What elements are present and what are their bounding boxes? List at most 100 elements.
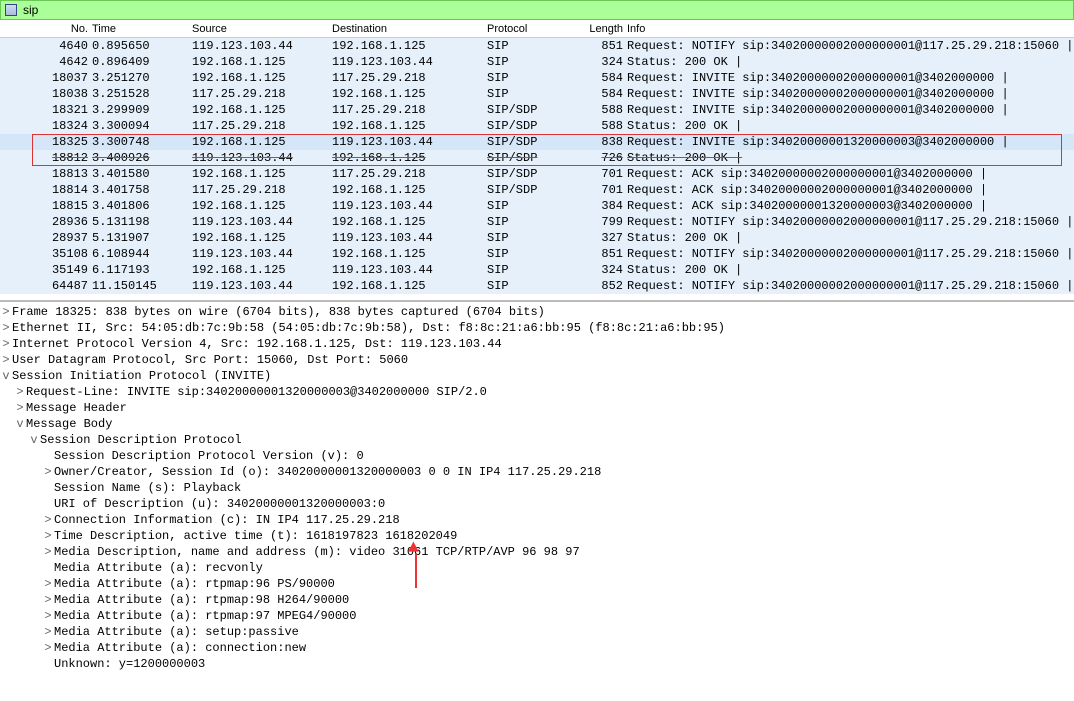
expand-icon[interactable]: >: [0, 336, 12, 352]
tree-sip[interactable]: vSession Initiation Protocol (INVITE): [0, 368, 1074, 384]
cell: SIP/SDP: [485, 183, 580, 197]
tree-sdp-m[interactable]: >Media Description, name and address (m)…: [0, 544, 1074, 560]
packet-row[interactable]: 351496.117193192.168.1.125119.123.103.44…: [0, 262, 1074, 278]
cell: SIP/SDP: [485, 135, 580, 149]
cell: Status: 200 OK |: [625, 119, 1074, 133]
cell: 28937: [0, 231, 90, 245]
cell: 117.25.29.218: [330, 103, 485, 117]
col-header-destination[interactable]: Destination: [330, 23, 485, 35]
cell: 119.123.103.44: [190, 39, 330, 53]
cell: 588: [580, 119, 625, 133]
tree-udp[interactable]: >User Datagram Protocol, Src Port: 15060…: [0, 352, 1074, 368]
col-header-info[interactable]: Info: [625, 23, 1074, 35]
collapse-icon[interactable]: v: [28, 432, 40, 448]
expand-icon[interactable]: >: [42, 464, 54, 480]
display-filter-input[interactable]: [21, 2, 1069, 18]
tree-sdp-a-recvonly[interactable]: Media Attribute (a): recvonly: [0, 560, 1074, 576]
expand-icon[interactable]: >: [42, 544, 54, 560]
cell: SIP: [485, 263, 580, 277]
packet-row[interactable]: 180383.251528117.25.29.218192.168.1.125S…: [0, 86, 1074, 102]
cell: 192.168.1.125: [330, 39, 485, 53]
packet-row[interactable]: 188143.401758117.25.29.218192.168.1.125S…: [0, 182, 1074, 198]
expand-icon[interactable]: >: [0, 352, 12, 368]
expand-icon[interactable]: >: [0, 320, 12, 336]
packet-list-header[interactable]: No. Time Source Destination Protocol Len…: [0, 20, 1074, 38]
display-filter-bar[interactable]: [0, 0, 1074, 20]
packet-row[interactable]: 351086.108944119.123.103.44192.168.1.125…: [0, 246, 1074, 262]
cell: 192.168.1.125: [190, 199, 330, 213]
packet-row[interactable]: 6448711.150145119.123.103.44192.168.1.12…: [0, 278, 1074, 294]
cell: 0.895650: [90, 39, 190, 53]
expand-icon[interactable]: >: [42, 528, 54, 544]
packet-row[interactable]: 183243.300094117.25.29.218192.168.1.125S…: [0, 118, 1074, 134]
expand-icon[interactable]: >: [14, 400, 26, 416]
tree-message-header[interactable]: >Message Header: [0, 400, 1074, 416]
expand-icon[interactable]: >: [42, 608, 54, 624]
packet-list[interactable]: 46400.895650119.123.103.44192.168.1.125S…: [0, 38, 1074, 300]
cell: 3.251270: [90, 71, 190, 85]
col-header-source[interactable]: Source: [190, 23, 330, 35]
tree-ethernet[interactable]: >Ethernet II, Src: 54:05:db:7c:9b:58 (54…: [0, 320, 1074, 336]
packet-row[interactable]: 289365.131198119.123.103.44192.168.1.125…: [0, 214, 1074, 230]
col-header-time[interactable]: Time: [90, 23, 190, 35]
collapse-icon[interactable]: v: [0, 368, 12, 384]
packet-row[interactable]: 183253.300748192.168.1.125119.123.103.44…: [0, 134, 1074, 150]
tree-request-line[interactable]: >Request-Line: INVITE sip:34020000001320…: [0, 384, 1074, 400]
col-header-protocol[interactable]: Protocol: [485, 23, 580, 35]
expand-icon[interactable]: >: [42, 640, 54, 656]
tree-sdp-u[interactable]: URI of Description (u): 3402000000132000…: [0, 496, 1074, 512]
packet-row[interactable]: 46400.895650119.123.103.44192.168.1.125S…: [0, 38, 1074, 54]
packet-row[interactable]: 180373.251270192.168.1.125117.25.29.218S…: [0, 70, 1074, 86]
cell: 119.123.103.44: [330, 263, 485, 277]
packet-details-tree[interactable]: >Frame 18325: 838 bytes on wire (6704 bi…: [0, 300, 1074, 701]
cell: 5.131198: [90, 215, 190, 229]
cell: 584: [580, 71, 625, 85]
tree-ip[interactable]: >Internet Protocol Version 4, Src: 192.1…: [0, 336, 1074, 352]
cell: 324: [580, 55, 625, 69]
cell: SIP: [485, 87, 580, 101]
packet-row[interactable]: 188133.401580192.168.1.125117.25.29.218S…: [0, 166, 1074, 182]
cell: 119.123.103.44: [190, 151, 330, 165]
tree-sdp-t[interactable]: >Time Description, active time (t): 1618…: [0, 528, 1074, 544]
expand-icon[interactable]: >: [42, 624, 54, 640]
tree-message-body[interactable]: vMessage Body: [0, 416, 1074, 432]
collapse-icon[interactable]: v: [14, 416, 26, 432]
col-header-no[interactable]: No.: [0, 23, 90, 35]
cell: Request: INVITE sip:34020000002000000001…: [625, 103, 1074, 117]
expand-icon[interactable]: >: [14, 384, 26, 400]
expand-icon[interactable]: >: [42, 512, 54, 528]
tree-sdp-unknown-y[interactable]: Unknown: y=1200000003: [0, 656, 1074, 672]
cell: 117.25.29.218: [330, 167, 485, 181]
packet-row[interactable]: 183213.299909192.168.1.125117.25.29.218S…: [0, 102, 1074, 118]
tree-sdp-o[interactable]: >Owner/Creator, Session Id (o): 34020000…: [0, 464, 1074, 480]
tree-frame[interactable]: >Frame 18325: 838 bytes on wire (6704 bi…: [0, 304, 1074, 320]
cell: Request: INVITE sip:34020000002000000001…: [625, 87, 1074, 101]
tree-sdp-a-rtpmap96[interactable]: >Media Attribute (a): rtpmap:96 PS/90000: [0, 576, 1074, 592]
tree-sdp-a-rtpmap98[interactable]: >Media Attribute (a): rtpmap:98 H264/900…: [0, 592, 1074, 608]
cell: Status: 200 OK |: [625, 263, 1074, 277]
tree-sdp-v[interactable]: Session Description Protocol Version (v)…: [0, 448, 1074, 464]
tree-sdp[interactable]: vSession Description Protocol: [0, 432, 1074, 448]
cell: 192.168.1.125: [190, 263, 330, 277]
cell: Request: NOTIFY sip:34020000002000000001…: [625, 279, 1074, 293]
cell: 3.300748: [90, 135, 190, 149]
cell: 6.108944: [90, 247, 190, 261]
tree-sdp-s[interactable]: Session Name (s): Playback: [0, 480, 1074, 496]
col-header-length[interactable]: Length: [580, 23, 625, 35]
filter-bookmark-icon[interactable]: [5, 4, 17, 16]
cell: 851: [580, 39, 625, 53]
cell: 3.300094: [90, 119, 190, 133]
tree-sdp-a-rtpmap97[interactable]: >Media Attribute (a): rtpmap:97 MPEG4/90…: [0, 608, 1074, 624]
tree-sdp-c[interactable]: >Connection Information (c): IN IP4 117.…: [0, 512, 1074, 528]
tree-sdp-a-connection[interactable]: >Media Attribute (a): connection:new: [0, 640, 1074, 656]
packet-row[interactable]: 46420.896409192.168.1.125119.123.103.44S…: [0, 54, 1074, 70]
packet-row[interactable]: 289375.131907192.168.1.125119.123.103.44…: [0, 230, 1074, 246]
expand-icon[interactable]: >: [42, 576, 54, 592]
packet-row[interactable]: 188153.401806192.168.1.125119.123.103.44…: [0, 198, 1074, 214]
tree-sdp-a-setup[interactable]: >Media Attribute (a): setup:passive: [0, 624, 1074, 640]
cell: 838: [580, 135, 625, 149]
packet-row[interactable]: 188123.400926119.123.103.44192.168.1.125…: [0, 150, 1074, 166]
expand-icon[interactable]: >: [42, 592, 54, 608]
expand-icon[interactable]: >: [0, 304, 12, 320]
cell: 18324: [0, 119, 90, 133]
